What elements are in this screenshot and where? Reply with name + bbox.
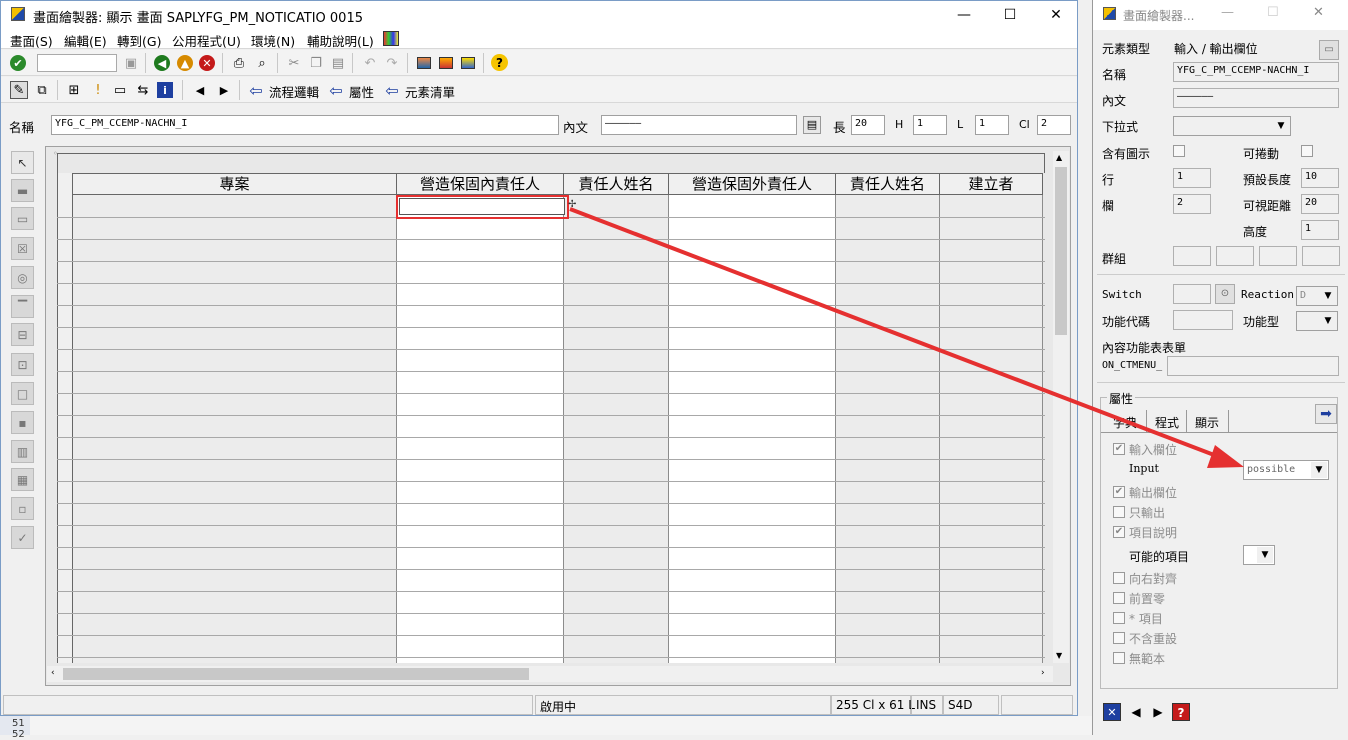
annotation-arrow bbox=[569, 207, 1244, 468]
